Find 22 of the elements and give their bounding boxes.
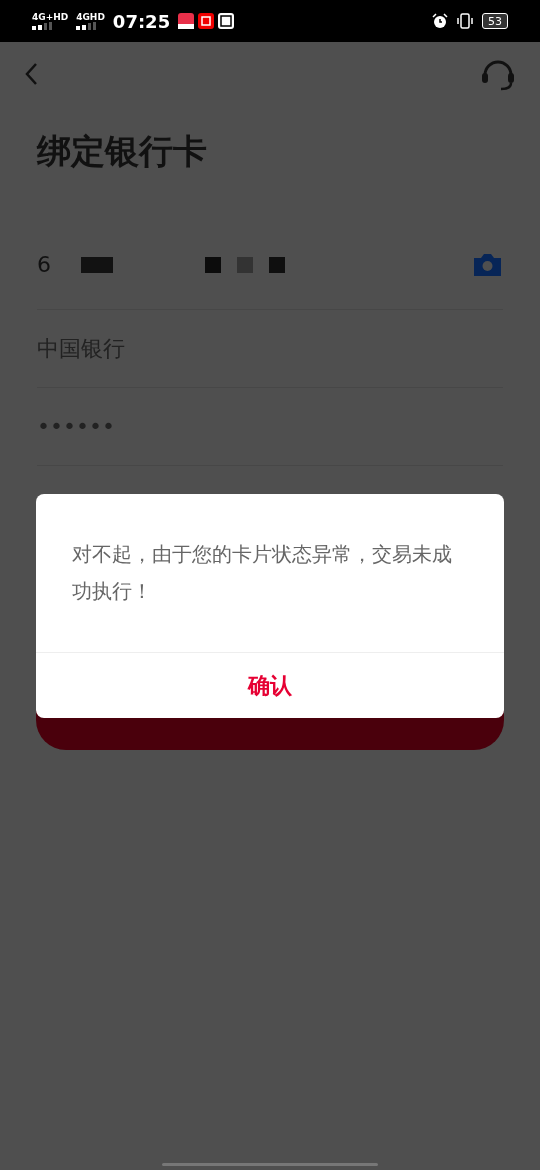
clock-time: 07:25 <box>112 9 171 34</box>
network-label: 4GHD <box>76 12 105 22</box>
app-icon <box>198 13 215 29</box>
vibrate-icon <box>456 13 474 29</box>
alarm-icon <box>432 13 448 29</box>
redaction-block <box>237 256 253 273</box>
dialog-message: 对不起，由于您的卡片状态异常，交易未成功执行！ <box>72 541 453 605</box>
input-field[interactable]: •••••• <box>37 410 115 443</box>
camera-icon[interactable] <box>472 251 503 278</box>
back-icon[interactable] <box>24 62 40 86</box>
redaction-block <box>81 256 113 273</box>
confirm-button[interactable]: 确认 <box>36 652 504 718</box>
page-title: 绑定银行卡 <box>35 134 208 168</box>
redaction-block <box>205 256 221 273</box>
battery-indicator: 53 <box>482 13 508 29</box>
network-label: 4G+HD <box>32 12 69 22</box>
signal-icon <box>76 21 99 30</box>
card-number-field[interactable]: 6 <box>37 248 51 281</box>
signal-icon <box>32 21 54 30</box>
redaction-block <box>269 256 285 273</box>
app-icon <box>218 13 235 29</box>
app-icon <box>178 13 195 29</box>
